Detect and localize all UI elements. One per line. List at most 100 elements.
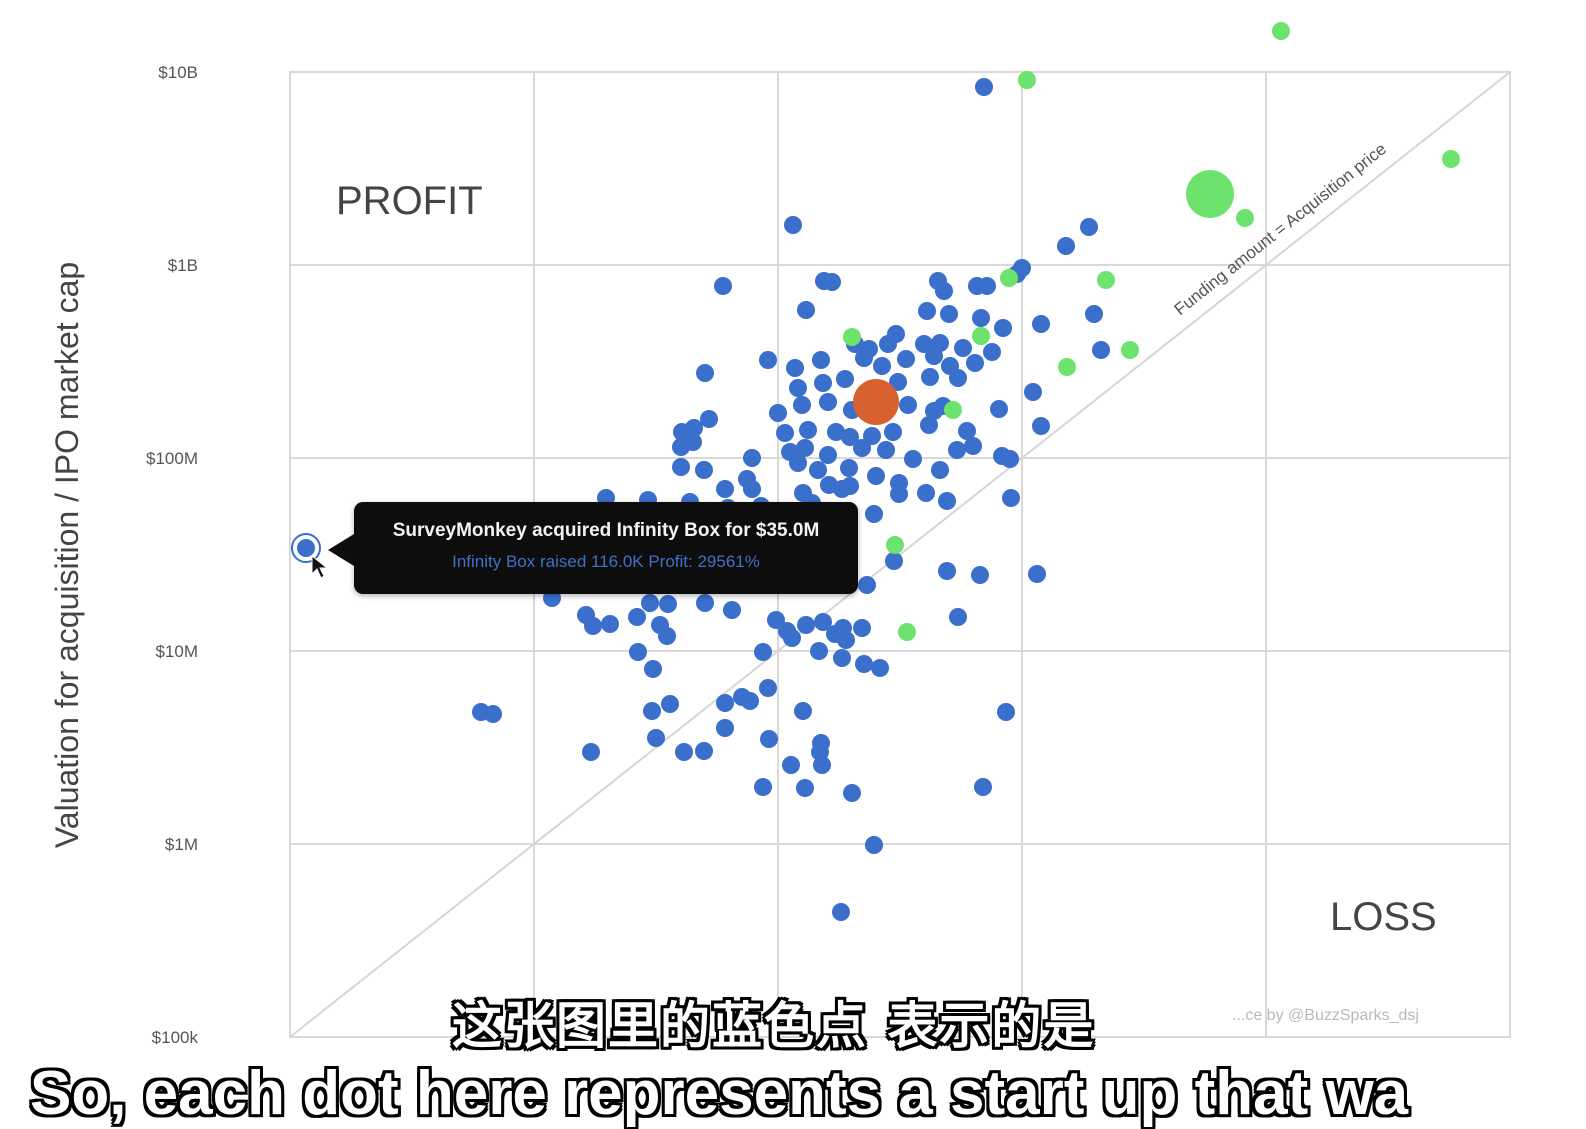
blue-data-point[interactable] [940, 305, 958, 323]
blue-data-point[interactable] [1057, 237, 1075, 255]
blue-data-point[interactable] [641, 594, 659, 612]
blue-data-point[interactable] [628, 608, 646, 626]
blue-data-point[interactable] [695, 742, 713, 760]
green-data-point[interactable] [972, 327, 990, 345]
green-data-point[interactable] [886, 536, 904, 554]
blue-data-point[interactable] [584, 617, 602, 635]
blue-data-point[interactable] [974, 778, 992, 796]
blue-data-point[interactable] [1085, 305, 1103, 323]
blue-data-point[interactable] [949, 608, 967, 626]
blue-data-point[interactable] [949, 369, 967, 387]
blue-data-point[interactable] [647, 729, 665, 747]
blue-data-point[interactable] [1028, 565, 1046, 583]
blue-data-point[interactable] [904, 450, 922, 468]
blue-data-point[interactable] [964, 437, 982, 455]
blue-data-point[interactable] [794, 702, 812, 720]
blue-data-point[interactable] [760, 730, 778, 748]
blue-data-point[interactable] [743, 480, 761, 498]
blue-data-point[interactable] [972, 309, 990, 327]
blue-data-point[interactable] [696, 594, 714, 612]
blue-data-point[interactable] [843, 784, 861, 802]
blue-data-point[interactable] [840, 459, 858, 477]
blue-data-point[interactable] [629, 643, 647, 661]
blue-data-point[interactable] [696, 364, 714, 382]
blue-data-point[interactable] [971, 566, 989, 584]
blue-data-point[interactable] [858, 576, 876, 594]
blue-data-point[interactable] [759, 351, 777, 369]
blue-data-point[interactable] [917, 484, 935, 502]
blue-data-point[interactable] [759, 679, 777, 697]
blue-data-point[interactable] [873, 357, 891, 375]
blue-data-point[interactable] [877, 441, 895, 459]
blue-data-point[interactable] [855, 349, 873, 367]
blue-data-point[interactable] [834, 619, 852, 637]
green-data-point[interactable] [1018, 71, 1036, 89]
blue-data-point[interactable] [716, 694, 734, 712]
blue-data-point[interactable] [789, 454, 807, 472]
blue-data-point[interactable] [855, 655, 873, 673]
blue-data-point[interactable] [1080, 218, 1098, 236]
blue-data-point[interactable] [938, 492, 956, 510]
blue-data-point[interactable] [741, 692, 759, 710]
blue-data-point[interactable] [841, 477, 859, 495]
green-data-point[interactable] [1186, 170, 1234, 218]
blue-data-point[interactable] [484, 705, 502, 723]
blue-data-point[interactable] [884, 423, 902, 441]
blue-data-point[interactable] [885, 552, 903, 570]
blue-data-point[interactable] [865, 505, 883, 523]
blue-data-point[interactable] [723, 601, 741, 619]
blue-data-point[interactable] [661, 695, 679, 713]
blue-data-point[interactable] [819, 446, 837, 464]
blue-data-point[interactable] [684, 433, 702, 451]
blue-data-point[interactable] [994, 319, 1012, 337]
blue-data-point[interactable] [997, 703, 1015, 721]
green-data-point[interactable] [1000, 269, 1018, 287]
blue-data-point[interactable] [823, 273, 841, 291]
blue-data-point[interactable] [865, 836, 883, 854]
blue-data-point[interactable] [769, 404, 787, 422]
blue-data-point[interactable] [789, 379, 807, 397]
blue-data-point[interactable] [899, 396, 917, 414]
blue-data-point[interactable] [920, 416, 938, 434]
blue-data-point[interactable] [783, 629, 801, 647]
blue-data-point[interactable] [743, 449, 761, 467]
blue-data-point[interactable] [784, 216, 802, 234]
blue-data-point[interactable] [1032, 417, 1050, 435]
blue-data-point[interactable] [810, 642, 828, 660]
blue-data-point[interactable] [659, 595, 677, 613]
blue-data-point[interactable] [813, 756, 831, 774]
green-data-point[interactable] [1058, 358, 1076, 376]
blue-data-point[interactable] [833, 649, 851, 667]
blue-data-point[interactable] [754, 643, 772, 661]
green-data-point[interactable] [944, 401, 962, 419]
blue-data-point[interactable] [890, 485, 908, 503]
blue-data-point[interactable] [948, 441, 966, 459]
blue-data-point[interactable] [796, 779, 814, 797]
green-data-point[interactable] [1442, 150, 1460, 168]
blue-data-point[interactable] [990, 400, 1008, 418]
blue-data-point[interactable] [918, 302, 936, 320]
blue-data-point[interactable] [921, 368, 939, 386]
blue-data-point[interactable] [938, 562, 956, 580]
green-data-point[interactable] [1272, 22, 1290, 40]
blue-data-point[interactable] [797, 301, 815, 319]
blue-data-point[interactable] [931, 461, 949, 479]
blue-data-point[interactable] [1032, 315, 1050, 333]
blue-data-point[interactable] [853, 619, 871, 637]
blue-data-point[interactable] [812, 351, 830, 369]
blue-data-point[interactable] [993, 447, 1011, 465]
blue-data-point[interactable] [644, 660, 662, 678]
blue-data-point[interactable] [582, 743, 600, 761]
blue-data-point[interactable] [782, 756, 800, 774]
blue-data-point[interactable] [836, 370, 854, 388]
blue-data-point[interactable] [978, 277, 996, 295]
green-data-point[interactable] [1121, 341, 1139, 359]
blue-data-point[interactable] [700, 410, 718, 428]
green-data-point[interactable] [1097, 271, 1115, 289]
blue-data-point[interactable] [797, 616, 815, 634]
highlight-data-point[interactable] [853, 379, 899, 425]
blue-data-point[interactable] [297, 539, 315, 557]
blue-data-point[interactable] [1002, 489, 1020, 507]
blue-data-point[interactable] [754, 778, 772, 796]
blue-data-point[interactable] [716, 719, 734, 737]
